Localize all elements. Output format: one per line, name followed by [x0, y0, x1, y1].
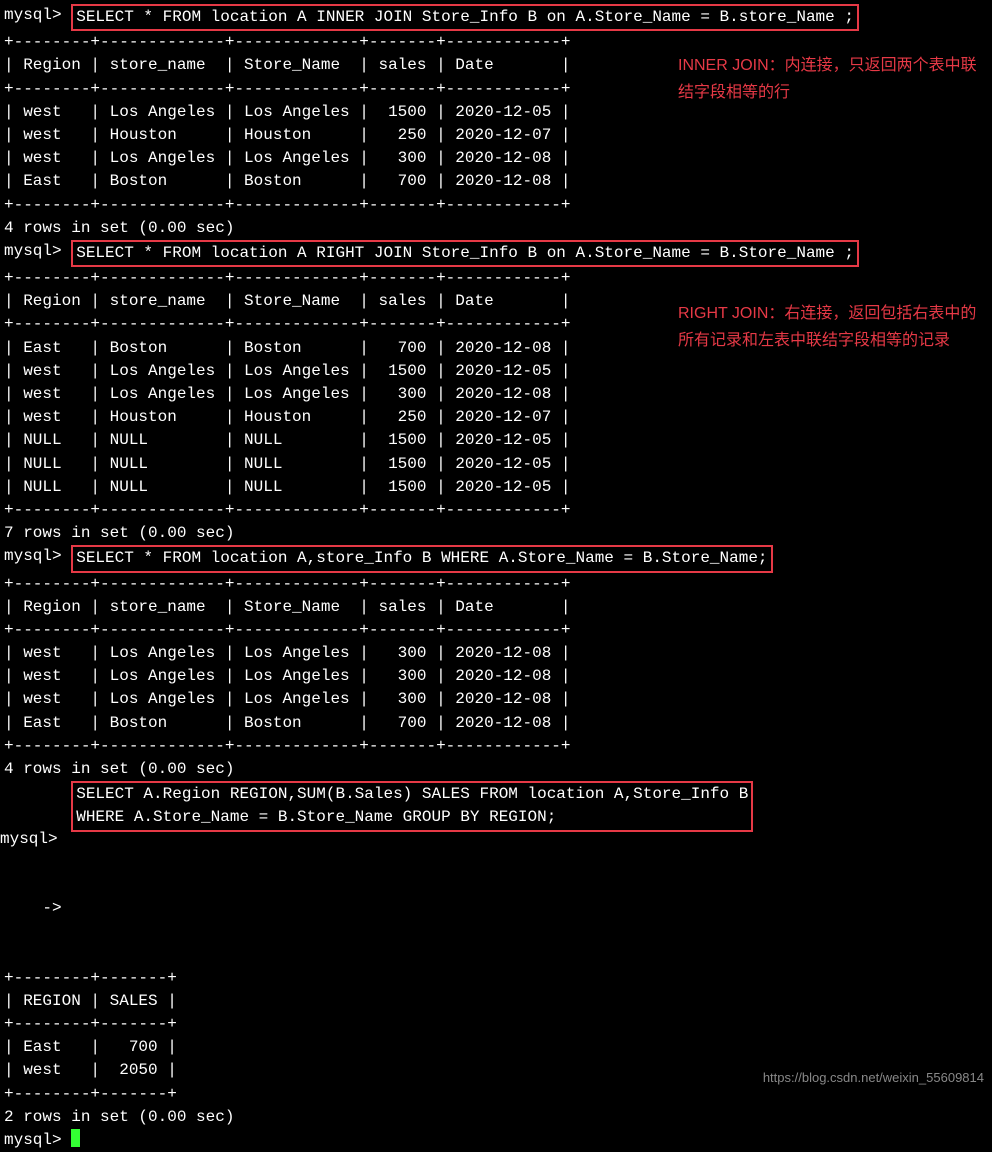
sql-query-group-by: SELECT A.Region REGION,SUM(B.Sales) SALE… [71, 781, 753, 831]
table-row: | East | 700 | [0, 1036, 992, 1059]
table-border: +--------+-------+ [0, 1013, 992, 1036]
table-row: | East | Boston | Boston | 700 | 2020-12… [0, 712, 992, 735]
table-row: | west | Los Angeles | Los Angeles | 300… [0, 383, 992, 406]
watermark: https://blog.csdn.net/weixin_55609814 [763, 1069, 984, 1088]
table-row: | west | Los Angeles | Los Angeles | 300… [0, 147, 992, 170]
mysql-prompt: mysql> [4, 240, 71, 263]
table-row: | west | Los Angeles | Los Angeles | 150… [0, 360, 992, 383]
result-footer: 2 rows in set (0.00 sec) [0, 1106, 992, 1129]
table-row: | NULL | NULL | NULL | 1500 | 2020-12-05… [0, 429, 992, 452]
table-row: | west | Los Angeles | Los Angeles | 300… [0, 665, 992, 688]
table-border: +--------+-------------+-------------+--… [0, 499, 992, 522]
table-row: | west | Houston | Houston | 250 | 2020-… [0, 406, 992, 429]
result-footer: 7 rows in set (0.00 sec) [0, 522, 992, 545]
cursor-icon [71, 1129, 80, 1147]
sql-query-inner-join: SELECT * FROM location A INNER JOIN Stor… [71, 4, 859, 31]
annotation-inner-join: INNER JOIN：内连接，只返回两个表中联结字段相等的行 [678, 52, 988, 106]
mysql-prompt-line-2[interactable]: mysql> SELECT * FROM location A RIGHT JO… [0, 240, 992, 267]
table-header: | Region | store_name | Store_Name | sal… [0, 596, 992, 619]
mysql-prompt-line-4[interactable]: mysql> -> SELECT A.Region REGION,SUM(B.S… [0, 781, 992, 967]
table-row: | East | Boston | Boston | 700 | 2020-12… [0, 170, 992, 193]
table-header: | REGION | SALES | [0, 990, 992, 1013]
annotation-right-join: RIGHT JOIN：右连接，返回包括右表中的所有记录和左表中联结字段相等的记录 [678, 300, 988, 354]
mysql-prompt-line-1[interactable]: mysql> SELECT * FROM location A INNER JO… [0, 4, 992, 31]
result-table-3: +--------+-------------+-------------+--… [0, 573, 992, 782]
table-border: +--------+-------------+-------------+--… [0, 31, 992, 54]
table-border: +--------+-------------+-------------+--… [0, 194, 992, 217]
mysql-prompt: mysql> [4, 1129, 71, 1152]
result-footer: 4 rows in set (0.00 sec) [0, 758, 992, 781]
table-border: +--------+-------------+-------------+--… [0, 573, 992, 596]
sql-query-implicit-join: SELECT * FROM location A,store_Info B WH… [71, 545, 772, 572]
sql-query-right-join: SELECT * FROM location A RIGHT JOIN Stor… [71, 240, 859, 267]
mysql-prompt: mysql> [0, 828, 71, 851]
table-row: | west | Los Angeles | Los Angeles | 300… [0, 642, 992, 665]
mysql-prompt-line-5[interactable]: mysql> [0, 1129, 992, 1152]
table-row: | NULL | NULL | NULL | 1500 | 2020-12-05… [0, 453, 992, 476]
mysql-prompt: mysql> [4, 545, 71, 568]
mysql-prompt-line-3[interactable]: mysql> SELECT * FROM location A,store_In… [0, 545, 992, 572]
mysql-continuation-prompt: -> [0, 897, 71, 920]
table-row: | west | Houston | Houston | 250 | 2020-… [0, 124, 992, 147]
table-border: +--------+-------------+-------------+--… [0, 619, 992, 642]
result-footer: 4 rows in set (0.00 sec) [0, 217, 992, 240]
mysql-prompt: mysql> [4, 4, 71, 27]
table-border: +--------+-------------+-------------+--… [0, 267, 992, 290]
table-border: +--------+-------------+-------------+--… [0, 735, 992, 758]
table-row: | NULL | NULL | NULL | 1500 | 2020-12-05… [0, 476, 992, 499]
table-row: | west | Los Angeles | Los Angeles | 300… [0, 688, 992, 711]
table-border: +--------+-------+ [0, 967, 992, 990]
result-table-4: +--------+-------+ | REGION | SALES | +-… [0, 967, 992, 1129]
